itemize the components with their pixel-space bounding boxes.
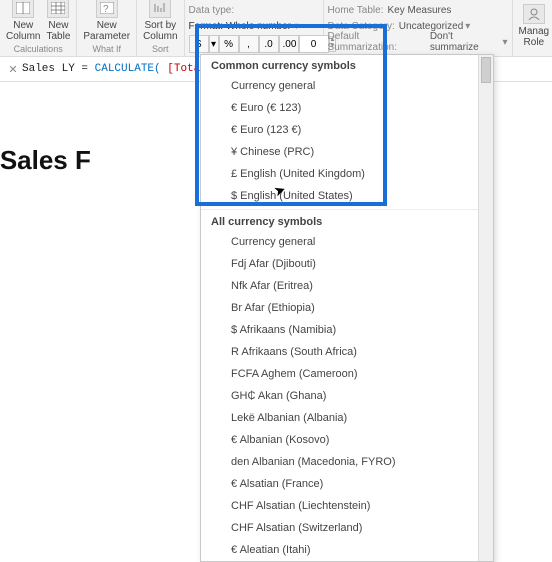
- btn-label: New Table: [46, 20, 70, 42]
- group-label: Sort: [152, 44, 169, 54]
- dropdown-section-header: All currency symbols: [201, 209, 493, 231]
- btn-label: New Column: [6, 20, 40, 42]
- format-label: Format:: [189, 21, 223, 32]
- group-whatif: ? New Parameter What If: [77, 0, 137, 56]
- group-security: Manag Role: [513, 0, 552, 56]
- svg-text:?: ?: [103, 4, 109, 14]
- group-label: Calculations: [14, 44, 63, 54]
- scrollbar[interactable]: [478, 55, 493, 561]
- dropdown-item[interactable]: Currency general: [201, 231, 493, 253]
- home-table-value[interactable]: Key Measures: [388, 5, 452, 16]
- dropdown-item[interactable]: € Alsatian (France): [201, 473, 493, 495]
- btn-label: Manag Role: [519, 26, 550, 48]
- dropdown-item[interactable]: Nfk Afar (Eritrea): [201, 275, 493, 297]
- default-summ-value[interactable]: Don't summarize: [430, 31, 501, 53]
- scrollbar-thumb[interactable]: [481, 57, 491, 83]
- dropdown-item[interactable]: € Albanian (Kosovo): [201, 429, 493, 451]
- dropdown-item[interactable]: $ English (United States): [201, 185, 493, 207]
- group-label: What If: [92, 44, 121, 54]
- dropdown-item[interactable]: € Aleatian (Itahi): [201, 539, 493, 561]
- group-sort: Sort by Column Sort: [137, 0, 184, 56]
- dropdown-item[interactable]: R Afrikaans (South Africa): [201, 341, 493, 363]
- data-category-label: Data Category:: [328, 21, 395, 32]
- dropdown-item[interactable]: € Euro (123 €): [201, 119, 493, 141]
- dropdown-section-header: Common currency symbols: [201, 55, 493, 75]
- dropdown-item[interactable]: FCFA Aghem (Cameroon): [201, 363, 493, 385]
- decrease-decimal-button[interactable]: .0: [259, 35, 279, 53]
- percent-button[interactable]: %: [219, 35, 239, 53]
- btn-label: Sort by Column: [143, 20, 177, 42]
- currency-dropdown: Common currency symbols Currency general…: [200, 54, 494, 562]
- home-table-label: Home Table:: [328, 5, 384, 16]
- new-parameter-button[interactable]: ? New Parameter: [83, 0, 130, 42]
- comma-button[interactable]: ,: [239, 35, 259, 53]
- sort-by-column-button[interactable]: Sort by Column: [143, 0, 177, 42]
- formatting-properties: Data type: Format: Whole number ▾ $ ▾ % …: [185, 0, 324, 56]
- dropdown-item[interactable]: CHF Alsatian (Switzerland): [201, 517, 493, 539]
- new-column-button[interactable]: New Column: [6, 0, 40, 42]
- chevron-down-icon[interactable]: ▾: [294, 21, 299, 32]
- group-calculations: New Column New Table Calculations: [0, 0, 77, 56]
- format-controls: $ ▾ % , .0 .00 ▲▼: [189, 35, 319, 53]
- chevron-down-icon[interactable]: ▾: [209, 35, 219, 53]
- dropdown-item[interactable]: Fdj Afar (Djibouti): [201, 253, 493, 275]
- datatype-label: Data type:: [189, 5, 235, 16]
- page-title: wcasing Sales F: [0, 145, 91, 176]
- manage-roles-button[interactable]: Manag Role: [519, 4, 550, 48]
- currency-button[interactable]: $: [189, 35, 209, 53]
- data-category-value[interactable]: Uncategorized: [399, 21, 463, 32]
- dropdown-item[interactable]: Lekë Albanian (Albania): [201, 407, 493, 429]
- increase-decimal-button[interactable]: .00: [279, 35, 299, 53]
- close-icon[interactable]: ✕: [4, 63, 22, 76]
- format-value[interactable]: Whole number: [226, 21, 291, 32]
- ribbon: New Column New Table Calculations ? New …: [0, 0, 552, 57]
- table-properties: Home Table: Key Measures Data Category: Un…: [324, 0, 513, 56]
- dropdown-item[interactable]: GH₵ Akan (Ghana): [201, 385, 493, 407]
- dropdown-item[interactable]: den Albanian (Macedonia, FYRO): [201, 451, 493, 473]
- dropdown-item[interactable]: € Euro (€ 123): [201, 97, 493, 119]
- new-table-button[interactable]: New Table: [46, 0, 70, 42]
- dropdown-item[interactable]: $ Afrikaans (Namibia): [201, 319, 493, 341]
- dropdown-item[interactable]: Br Afar (Ethiopia): [201, 297, 493, 319]
- dropdown-item[interactable]: £ English (United Kingdom): [201, 163, 493, 185]
- chevron-down-icon[interactable]: ▾: [503, 37, 508, 48]
- chevron-down-icon[interactable]: ▾: [465, 21, 470, 32]
- btn-label: New Parameter: [83, 20, 130, 42]
- default-summ-label: Default Summarization:: [328, 31, 426, 53]
- dropdown-item[interactable]: ¥ Chinese (PRC): [201, 141, 493, 163]
- dropdown-item[interactable]: Currency general: [201, 75, 493, 97]
- dropdown-item[interactable]: CHF Alsatian (Liechtenstein): [201, 495, 493, 517]
